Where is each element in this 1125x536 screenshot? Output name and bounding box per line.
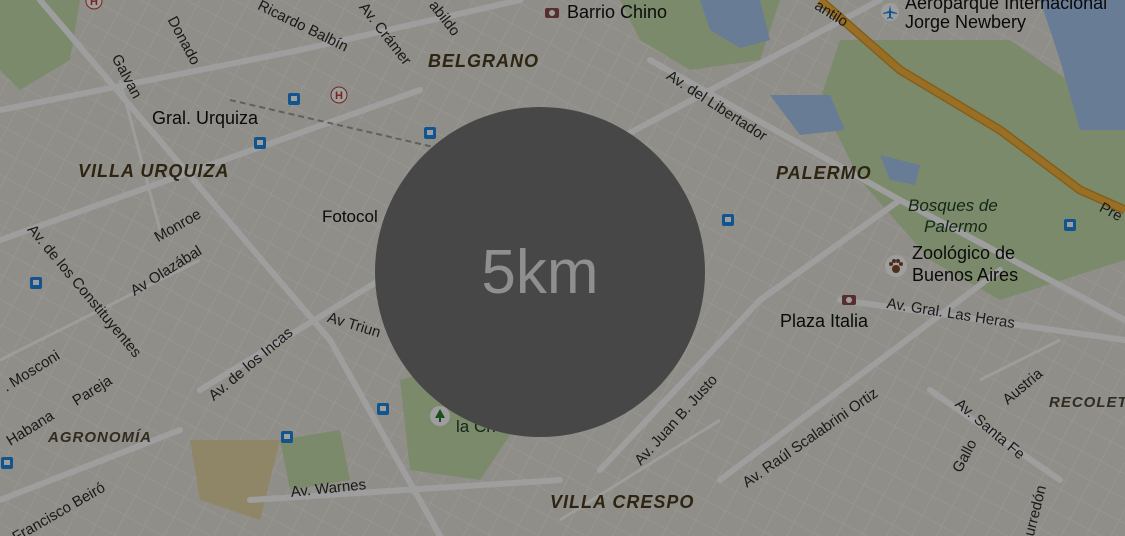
zoom-scale-indicator: 5km (375, 107, 705, 437)
map-canvas[interactable]: BELGRANO VILLA URQUIZA PALERMO AGRONOMÍA… (0, 0, 1125, 536)
scale-label: 5km (481, 237, 599, 307)
